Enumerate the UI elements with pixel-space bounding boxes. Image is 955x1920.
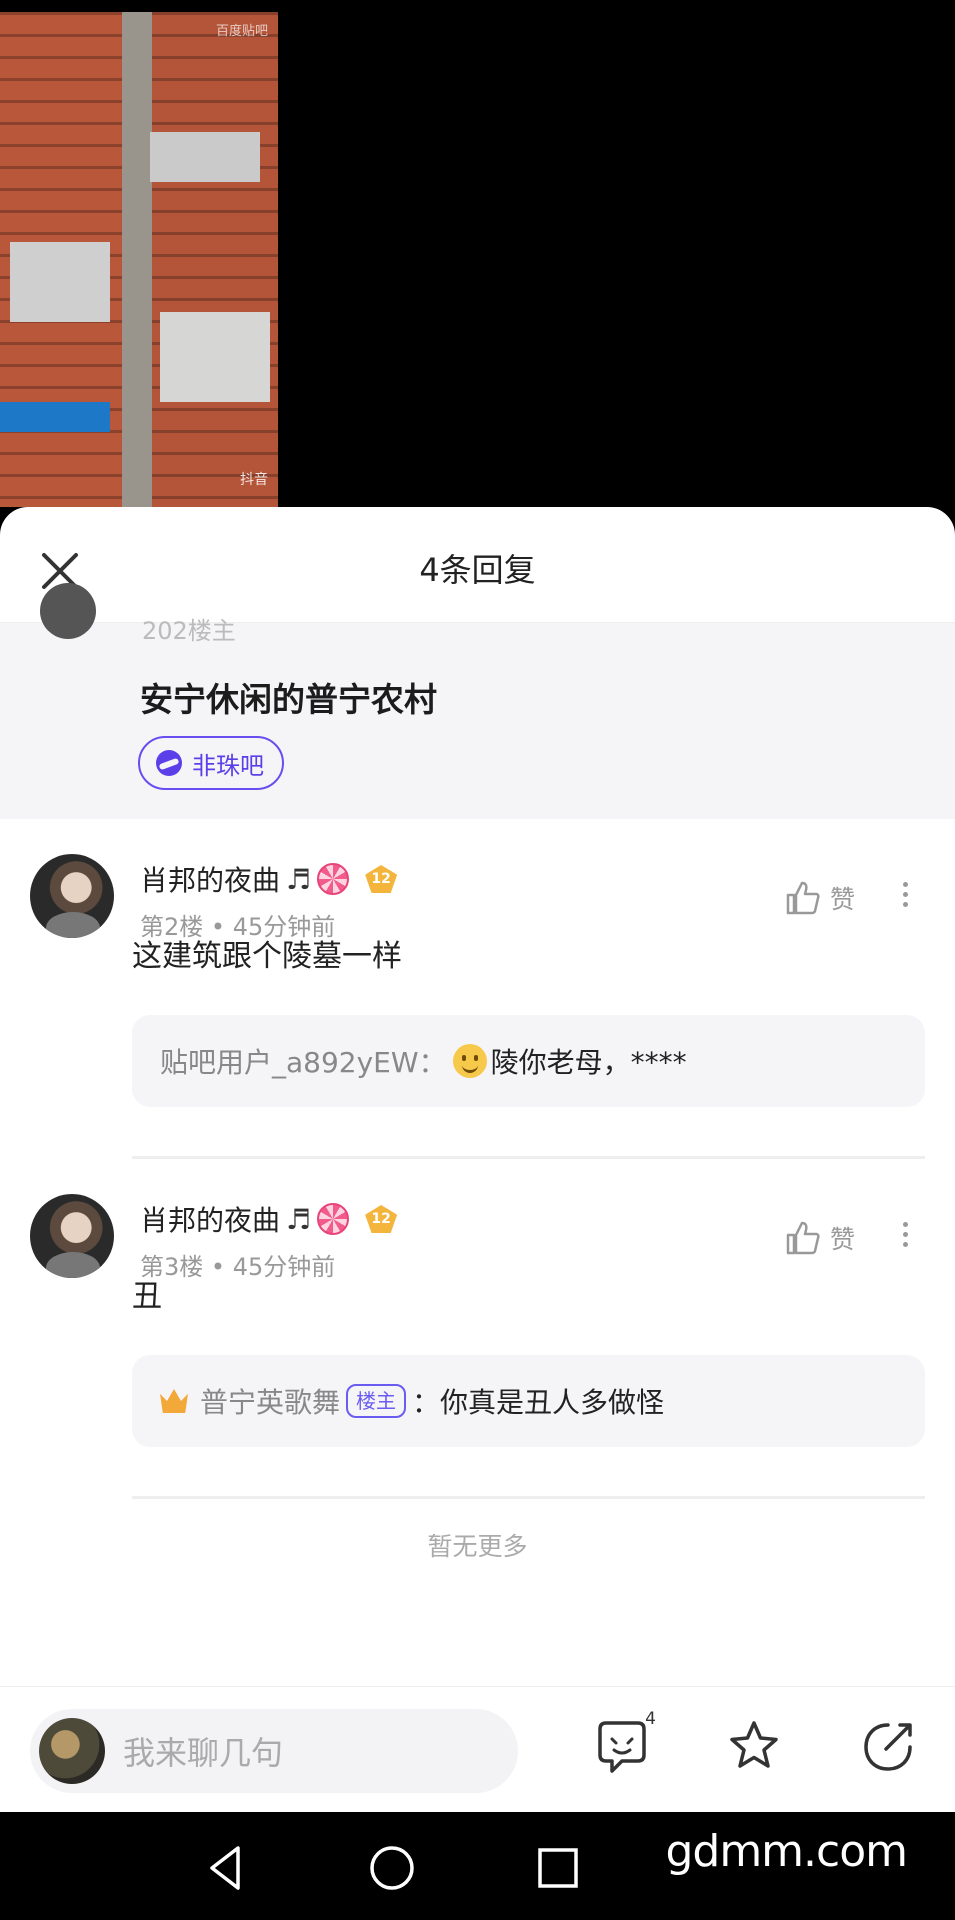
sheet-header: 4条回复 (0, 507, 955, 623)
comment-icon[interactable]: 4 (592, 1709, 656, 1781)
like-button[interactable]: 赞 (784, 879, 855, 917)
reply-content: 丑 (132, 1279, 162, 1314)
host-badge: 楼主 (346, 1384, 407, 1418)
thumb-roof (10, 242, 110, 322)
share-icon[interactable] (858, 1717, 922, 1781)
like-icon (786, 881, 820, 915)
original-post-card[interactable]: 202楼主 安宁休闲的普宁农村 非珠吧 (0, 583, 955, 819)
thumb-roof (0, 402, 110, 432)
reply-time: 45分钟前 (232, 1253, 336, 1281)
planet-icon (156, 750, 182, 776)
username[interactable]: 肖邦的夜曲 (140, 1199, 280, 1239)
comment-input[interactable]: 我来聊几句 (30, 1709, 518, 1793)
thumb-roof (160, 312, 270, 402)
edit-share-svg (864, 1723, 912, 1771)
post-meta-snippet: 202楼主 (142, 617, 236, 645)
no-more-text: 暂无更多 (427, 1532, 528, 1561)
like-label: 赞 (829, 885, 855, 914)
thumb-roof (150, 132, 260, 182)
reply-content: 这建筑跟个陵墓一样 (132, 939, 402, 974)
forum-tag[interactable]: 非珠吧 (138, 736, 284, 790)
divider (132, 1496, 925, 1499)
reply-item[interactable]: 肖邦的夜曲 ♬ 12 第3楼 • 45分钟前 赞 丑 普宁英歌舞 楼主 ： 你真… (0, 1159, 955, 1499)
my-avatar (39, 1718, 105, 1784)
reply-count: 4 (645, 1709, 656, 1729)
avatar[interactable] (30, 1194, 114, 1278)
sub-reply[interactable]: 普宁英歌舞 楼主 ： 你真是丑人多做怪 (132, 1355, 925, 1447)
video-watermark-top: 百度贴吧 (215, 24, 268, 39)
more-icon[interactable] (895, 877, 915, 917)
meta-dot: • (210, 1253, 233, 1281)
post-author-avatar[interactable] (40, 583, 96, 639)
star-icon[interactable] (724, 1717, 788, 1781)
sub-reply-author[interactable]: 普宁英歌舞 (200, 1381, 340, 1421)
back-icon[interactable] (198, 1840, 254, 1896)
video-watermark-bottom: 抖音 (240, 472, 268, 488)
sub-reply-colon: ： (412, 1386, 441, 1419)
sub-reply-text: 陵你老母，**** (490, 1046, 687, 1079)
star-svg (730, 1721, 778, 1768)
video-thumbnail[interactable]: 百度贴吧 抖音 (0, 12, 278, 507)
site-watermark: gdmm.com (665, 1826, 908, 1877)
forum-name: 非珠吧 (192, 751, 264, 780)
music-note-icon: ♬ (286, 862, 312, 896)
level-badge: 12 (365, 865, 398, 893)
system-nav-bar: gdmm.com (0, 1812, 955, 1920)
smile-emoji-icon (452, 1044, 487, 1078)
reply-meta: 第3楼 • 45分钟前 (140, 1247, 335, 1282)
bottom-bar: 我来聊几句 4 (0, 1686, 955, 1812)
more-icon[interactable] (895, 1217, 915, 1257)
post-title: 安宁休闲的普宁农村 (140, 680, 437, 719)
like-button[interactable]: 赞 (784, 1219, 855, 1257)
comment-bubble-svg (598, 1721, 646, 1773)
music-note-icon: ♬ (286, 1202, 312, 1236)
username-row[interactable]: 肖邦的夜曲 ♬ 12 (140, 1199, 398, 1239)
recents-icon[interactable] (530, 1840, 586, 1896)
home-icon[interactable] (364, 1840, 420, 1896)
like-icon (786, 1221, 820, 1255)
reply-item[interactable]: 肖邦的夜曲 ♬ 12 第2楼 • 45分钟前 赞 这建筑跟个陵墓一样 贴吧用户_… (0, 819, 955, 1159)
replies-sheet: 4条回复 202楼主 安宁休闲的普宁农村 非珠吧 肖邦的夜曲 ♬ 12 第2楼 … (0, 507, 955, 1812)
level-badge: 12 (365, 1205, 398, 1233)
thumb-alley (122, 12, 152, 507)
avatar[interactable] (30, 854, 114, 938)
video-area[interactable]: 百度贴吧 抖音 (0, 0, 955, 515)
lollipop-icon (317, 1203, 350, 1235)
lollipop-icon (317, 863, 350, 895)
sub-reply-author[interactable]: 贴吧用户_a892yEW： (160, 1041, 447, 1081)
input-placeholder: 我来聊几句 (123, 1734, 284, 1772)
crown-icon (160, 1389, 188, 1413)
like-label: 赞 (829, 1225, 855, 1254)
sub-reply[interactable]: 贴吧用户_a892yEW： 陵你老母，**** (132, 1015, 925, 1107)
username[interactable]: 肖邦的夜曲 (140, 859, 280, 899)
username-row[interactable]: 肖邦的夜曲 ♬ 12 (140, 859, 398, 899)
sub-reply-text: 你真是丑人多做怪 (440, 1386, 665, 1419)
sheet-title: 4条回复 (419, 551, 536, 589)
